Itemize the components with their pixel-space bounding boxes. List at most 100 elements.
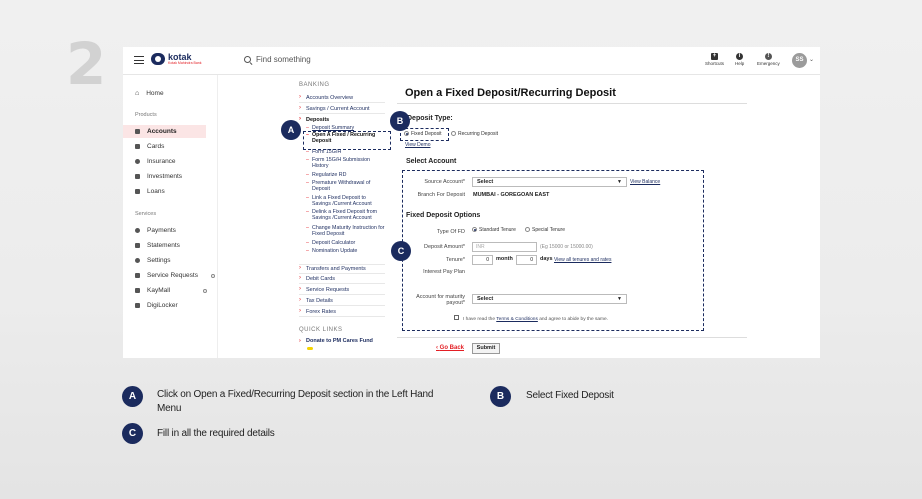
service-requests-icon <box>135 273 140 278</box>
maturity-payout-select[interactable]: Select ▼ <box>472 294 627 304</box>
tenure-days-unit: days <box>540 256 553 262</box>
marker-c: C <box>391 241 411 261</box>
menu-forex-rates[interactable]: Forex Rates <box>299 308 385 317</box>
help-icon: i <box>736 53 744 60</box>
bottom-divider <box>397 337 747 338</box>
menu-premature-withdrawal[interactable]: Premature Withdrawal of Deposit <box>306 180 386 192</box>
tenure-month-input[interactable]: 0 <box>472 255 493 265</box>
legend-text-c: Fill in all the required details <box>157 428 275 439</box>
tenure-days-input[interactable]: 0 <box>516 255 537 265</box>
menu-link-fd[interactable]: Link a Fixed Deposit to Savings /Current… <box>306 195 386 207</box>
services-label: Services <box>135 211 157 217</box>
chevron-left-icon: ‹ <box>436 345 438 351</box>
source-account-label: Source Account* <box>424 179 465 185</box>
special-tenure-radio[interactable]: Special Tenure <box>525 227 565 233</box>
bank-icon <box>135 129 140 134</box>
menu-icon[interactable] <box>134 56 144 64</box>
radio-checked-icon <box>472 227 477 233</box>
menu-tax-details[interactable]: Tax Details <box>299 297 385 306</box>
legend-text-b: Select Fixed Deposit <box>526 390 614 401</box>
recurring-deposit-radio[interactable]: Recurring Deposit <box>451 131 498 137</box>
kotak-logo[interactable]: kotak Kotak Mahindra Bank <box>151 53 201 65</box>
menu-deposit-calculator[interactable]: Deposit Calculator <box>306 240 386 247</box>
branch-value: MUMBAI - GOREGOAN EAST <box>473 192 550 198</box>
emergency-button[interactable]: ! Emergency <box>757 53 780 66</box>
marker-a: A <box>281 120 301 140</box>
sidebar-item-payments[interactable]: Payments <box>135 224 218 237</box>
standard-tenure-radio[interactable]: Standard Tenure <box>472 227 516 233</box>
sidebar-item-insurance[interactable]: Insurance <box>135 155 218 168</box>
menu-form-15gh[interactable]: Form 15G/H <box>306 149 386 156</box>
deposit-amount-label: Deposit Amount* <box>424 244 465 250</box>
emergency-icon: ! <box>764 53 772 60</box>
logo-sub: Kotak Mahindra Bank <box>168 61 202 65</box>
menu-transfers[interactable]: Transfers and Payments <box>299 264 385 274</box>
menu-change-maturity[interactable]: Change Maturity Instruction for Fixed De… <box>306 225 386 237</box>
view-demo-link[interactable]: View Demo <box>405 142 430 148</box>
view-balance-link[interactable]: View Balance <box>630 179 660 185</box>
terms-text: I have read the Terms & Conditions and a… <box>463 317 609 322</box>
view-all-tenures-link[interactable]: View all tenures and rates <box>554 257 611 263</box>
sidebar-item-statements[interactable]: Statements <box>135 239 218 252</box>
help-button[interactable]: i Help <box>735 53 744 66</box>
sidebar-item-service-requests[interactable]: Service Requests <box>135 269 218 282</box>
menu-nomination-update[interactable]: Nomination Update <box>306 248 386 255</box>
deposit-type-label: Deposit Type: <box>407 115 453 122</box>
sidebar-item-accounts[interactable]: Accounts <box>123 125 206 138</box>
maturity-payout-label: Account for maturity payout* <box>416 294 465 306</box>
donate-link[interactable]: Donate to PM Cares Fund <box>299 338 373 344</box>
menu-deposits[interactable]: Deposits <box>299 116 385 124</box>
sidebar-item-home[interactable]: ⌂ Home <box>135 87 218 100</box>
fixed-deposit-radio[interactable]: Fixed Deposit <box>404 131 442 137</box>
chevron-down-icon[interactable]: ⌄ <box>809 56 814 63</box>
sidebar-item-loans[interactable]: Loans <box>135 185 218 198</box>
highlight-box-a <box>303 131 391 150</box>
sidebar-item-cards[interactable]: Cards <box>135 140 218 153</box>
search-placeholder: Find something <box>256 55 311 64</box>
info-icon[interactable] <box>210 273 215 278</box>
banking-heading: BANKING <box>299 82 330 88</box>
branch-label: Branch For Deposit <box>417 192 465 198</box>
legend-marker-c: C <box>122 423 143 444</box>
legend-marker-b: B <box>490 386 511 407</box>
sidebar-item-digilocker[interactable]: DigiLocker <box>135 299 218 312</box>
radio-unchecked-icon <box>525 227 530 233</box>
deposit-amount-input[interactable]: INR <box>472 242 537 252</box>
chart-icon <box>135 174 140 179</box>
submit-button[interactable]: Submit <box>472 343 500 354</box>
terms-link[interactable]: Terms & Conditions <box>496 317 538 322</box>
top-bar: kotak Kotak Mahindra Bank Find something… <box>123 47 820 75</box>
legend-text-a: Click on Open a Fixed/Recurring Deposit … <box>157 389 434 414</box>
menu-service-requests[interactable]: Service Requests <box>299 286 385 295</box>
interest-pay-plan-label: Interest Pay Plan <box>423 269 465 275</box>
products-label: Products <box>135 112 157 118</box>
donate-badge <box>307 347 313 350</box>
menu-regularize-rd[interactable]: Regularize RD <box>306 172 386 179</box>
card-icon <box>135 144 140 149</box>
radio-unchecked-icon <box>451 131 456 137</box>
sidebar-item-settings[interactable]: Settings <box>135 254 218 267</box>
payments-icon <box>135 228 140 233</box>
menu-form-15gh-history[interactable]: Form 15G/H Submission History <box>306 157 386 169</box>
shortcuts-icon: + <box>711 53 718 60</box>
sidebar-item-investments[interactable]: Investments <box>135 170 218 183</box>
menu-savings-current[interactable]: Savings / Current Account <box>299 105 385 114</box>
radio-checked-icon <box>404 131 409 137</box>
deposit-amount-hint: (Eg 15000 or 15000.00) <box>540 244 593 250</box>
menu-accounts-overview[interactable]: Accounts Overview <box>299 94 385 103</box>
source-account-select[interactable]: Select ▼ <box>472 177 627 187</box>
umbrella-icon <box>135 159 140 164</box>
avatar[interactable]: SS <box>792 53 807 68</box>
info-icon[interactable] <box>203 288 208 293</box>
title-divider <box>397 103 747 104</box>
menu-debit-cards[interactable]: Debit Cards <box>299 275 385 284</box>
statements-icon <box>135 243 140 248</box>
legend-marker-a: A <box>122 386 143 407</box>
search-icon <box>244 56 251 63</box>
search-bar[interactable]: Find something <box>244 55 311 64</box>
left-sidebar: ⌂ Home Products Accounts Cards Insurance… <box>123 75 218 358</box>
shortcuts-button[interactable]: + Shortcuts <box>705 53 724 66</box>
go-back-link[interactable]: ‹ Go Back <box>436 345 464 351</box>
sidebar-item-kaymall[interactable]: KayMall <box>135 284 218 297</box>
menu-delink-fd[interactable]: Delink a Fixed Deposit from Savings /Cur… <box>306 209 386 221</box>
